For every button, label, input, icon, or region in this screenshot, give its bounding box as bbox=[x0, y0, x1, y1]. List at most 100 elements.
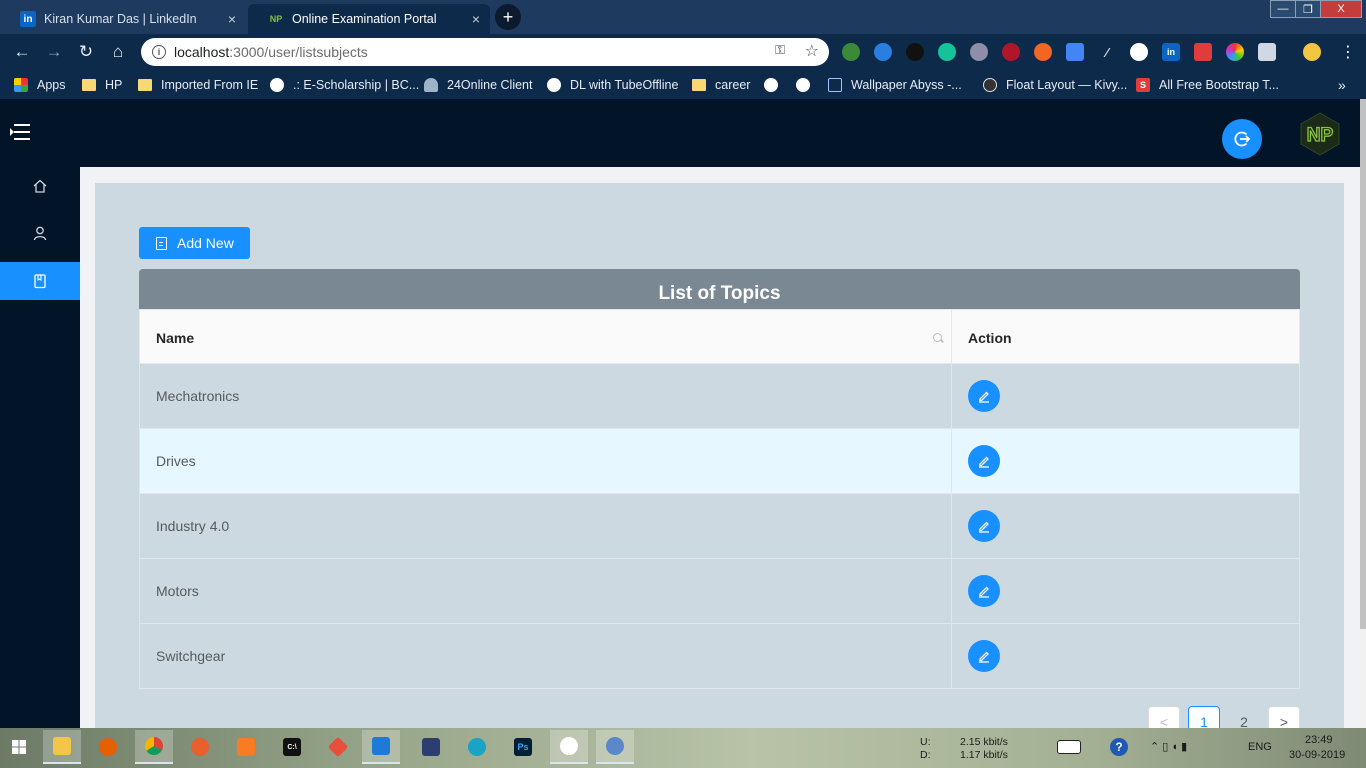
profile-avatar[interactable] bbox=[1303, 43, 1321, 61]
table-header: Name Action bbox=[139, 309, 1300, 365]
page-scrollbar[interactable] bbox=[1360, 99, 1366, 728]
extension-icon[interactable] bbox=[842, 43, 860, 61]
bookmark-career[interactable]: career bbox=[692, 76, 750, 94]
network-up-speed: 2.15 kbit/s bbox=[960, 736, 1008, 748]
search-icon[interactable] bbox=[933, 333, 942, 342]
table-row: Industry 4.0 bbox=[139, 494, 1300, 559]
bookmark-apps[interactable]: Apps bbox=[14, 76, 66, 94]
translate-icon[interactable] bbox=[1066, 43, 1084, 61]
language-indicator[interactable]: ENG bbox=[1248, 741, 1272, 753]
bookmark-24online-client[interactable]: 24Online Client bbox=[424, 76, 532, 94]
app-icon bbox=[606, 737, 624, 755]
app-taskbar[interactable] bbox=[596, 730, 634, 764]
photoshop-icon: Ps bbox=[514, 738, 532, 756]
bookmark-e-scholarship[interactable]: .: E-Scholarship | BC... bbox=[270, 76, 419, 94]
folder-icon bbox=[692, 79, 706, 91]
edit-button[interactable] bbox=[968, 575, 1000, 607]
book-icon bbox=[34, 274, 46, 289]
app-icon bbox=[422, 738, 440, 756]
git-icon bbox=[327, 736, 349, 758]
topic-name: Motors bbox=[156, 583, 199, 599]
photoshop-taskbar[interactable]: Ps bbox=[504, 730, 542, 764]
reload-icon[interactable]: ↻ bbox=[74, 40, 98, 64]
app-taskbar[interactable] bbox=[412, 730, 450, 764]
app-taskbar[interactable] bbox=[458, 730, 496, 764]
color-wheel-icon[interactable] bbox=[1226, 43, 1244, 61]
globe-icon bbox=[270, 78, 284, 92]
clock-date[interactable]: 30-09-2019 bbox=[1289, 749, 1345, 761]
edit-icon bbox=[979, 586, 989, 598]
file-explorer-taskbar[interactable] bbox=[43, 730, 81, 764]
restore-button[interactable]: ❐ bbox=[1295, 0, 1321, 18]
bookmark-imported-from-ie[interactable]: Imported From IE bbox=[138, 76, 258, 94]
firefox-taskbar[interactable] bbox=[89, 730, 127, 764]
add-new-button[interactable]: Add New bbox=[139, 227, 250, 259]
sidebar-item-home[interactable] bbox=[0, 167, 80, 205]
forward-icon[interactable]: → bbox=[42, 40, 66, 64]
table-row: Drives bbox=[139, 429, 1300, 494]
menu-toggle-icon[interactable] bbox=[10, 123, 30, 141]
cmd-taskbar[interactable]: C:\ bbox=[273, 730, 311, 764]
shield-icon[interactable] bbox=[1258, 43, 1276, 61]
close-window-button[interactable]: X bbox=[1320, 0, 1362, 18]
extension-icon[interactable] bbox=[970, 43, 988, 61]
url-text: localhost:3000/user/listsubjects bbox=[174, 44, 368, 60]
user-icon bbox=[33, 226, 47, 241]
edit-button[interactable] bbox=[968, 380, 1000, 412]
more-bookmarks-icon[interactable]: » bbox=[1338, 76, 1346, 94]
app-icon bbox=[191, 738, 209, 756]
bookmark-star-icon[interactable]: ☆ bbox=[805, 41, 819, 61]
bookmark-bootstrap[interactable]: S All Free Bootstrap T... bbox=[1136, 76, 1279, 94]
new-tab-button[interactable]: + bbox=[495, 4, 521, 30]
edit-button[interactable] bbox=[968, 510, 1000, 542]
info-icon[interactable]: i bbox=[152, 45, 166, 59]
app-taskbar[interactable] bbox=[550, 730, 588, 764]
extension-icon[interactable] bbox=[874, 43, 892, 61]
tab-exam-portal[interactable]: NP Online Examination Portal × bbox=[248, 4, 490, 34]
extension-icon[interactable] bbox=[1034, 43, 1052, 61]
edit-button[interactable] bbox=[968, 445, 1000, 477]
chrome-taskbar[interactable] bbox=[135, 730, 173, 764]
bookmark-globe[interactable] bbox=[764, 76, 787, 94]
extension-icon[interactable] bbox=[1194, 43, 1212, 61]
user-avatar-button[interactable] bbox=[1222, 119, 1262, 159]
bookmark-github[interactable] bbox=[796, 76, 819, 94]
np-logo[interactable]: NP bbox=[1297, 111, 1343, 157]
bookmark-wallpaper-abyss[interactable]: Wallpaper Abyss -... bbox=[828, 76, 962, 94]
xampp-icon bbox=[237, 738, 255, 756]
bookmarks-bar: Apps HP Imported From IE .: E-Scholarshi… bbox=[0, 70, 1366, 99]
folder-icon bbox=[53, 737, 71, 755]
bookmark-tubeoffline[interactable]: DL with TubeOffline bbox=[547, 76, 678, 94]
eyedropper-icon[interactable]: ⁄ bbox=[1098, 43, 1116, 61]
tab-linkedin[interactable]: in Kiran Kumar Das | LinkedIn × bbox=[0, 4, 246, 34]
back-icon[interactable]: ← bbox=[10, 40, 34, 64]
app-taskbar[interactable] bbox=[181, 730, 219, 764]
vscode-taskbar[interactable] bbox=[362, 730, 400, 764]
tray-icons[interactable]: ⌃ ▯ ◖ ▮ bbox=[1150, 740, 1187, 753]
start-button[interactable] bbox=[0, 730, 38, 764]
edit-button[interactable] bbox=[968, 640, 1000, 672]
key-icon[interactable]: ⚿ bbox=[775, 42, 785, 58]
keyboard-icon[interactable] bbox=[1050, 730, 1088, 764]
sidebar-item-subjects[interactable] bbox=[0, 262, 80, 300]
minimize-button[interactable]: — bbox=[1270, 0, 1296, 18]
help-icon[interactable]: ? bbox=[1100, 730, 1138, 764]
linkedin-icon[interactable]: in bbox=[1162, 43, 1180, 61]
home-icon[interactable]: ⌂ bbox=[106, 40, 130, 64]
xampp-taskbar[interactable] bbox=[227, 730, 265, 764]
bookmark-kivy[interactable]: Float Layout — Kivy... bbox=[983, 76, 1127, 94]
address-bar[interactable]: i localhost:3000/user/listsubjects ⚿ ☆ bbox=[141, 38, 829, 66]
app-taskbar[interactable] bbox=[319, 730, 357, 764]
close-icon[interactable]: × bbox=[228, 11, 236, 27]
extension-icon[interactable] bbox=[906, 43, 924, 61]
sidebar-item-user[interactable] bbox=[0, 214, 80, 252]
close-icon[interactable]: × bbox=[472, 11, 480, 27]
extension-icon[interactable] bbox=[1002, 43, 1020, 61]
clock-time[interactable]: 23:49 bbox=[1305, 734, 1333, 746]
extension-icon[interactable] bbox=[1130, 43, 1148, 61]
bookmark-hp[interactable]: HP bbox=[82, 76, 122, 94]
sidebar bbox=[0, 167, 80, 728]
browser-menu-icon[interactable]: ⋮ bbox=[1340, 42, 1356, 62]
grammarly-icon[interactable] bbox=[938, 43, 956, 61]
edit-icon bbox=[979, 521, 989, 533]
